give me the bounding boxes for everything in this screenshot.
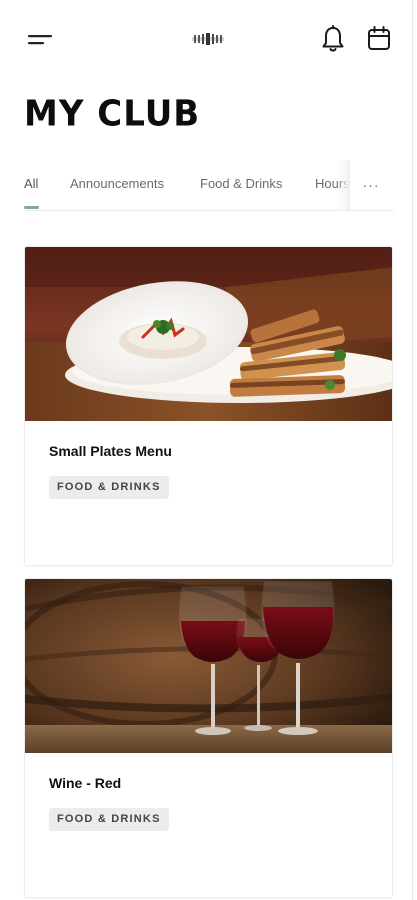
app-screen: MY CLUB All Announcements Food & Drinks … [0, 0, 413, 900]
tab-all[interactable]: All [24, 176, 38, 191]
card-title: Wine - Red [49, 775, 122, 791]
small-plates-photo [25, 247, 392, 421]
category-tabs: All Announcements Food & Drinks Hours ··… [0, 160, 412, 212]
card-title: Small Plates Menu [49, 443, 172, 459]
notifications-button[interactable] [316, 22, 350, 56]
menu-button[interactable] [20, 24, 60, 56]
category-badge: FOOD & DRINKS [49, 808, 169, 831]
red-wine-glasses-photo [25, 579, 392, 753]
active-tab-indicator [24, 206, 39, 209]
club-logo[interactable] [186, 28, 230, 50]
bell-icon [322, 25, 344, 52]
tabs-separator [348, 160, 350, 210]
top-bar [0, 0, 412, 80]
news-card[interactable]: Wine - Red FOOD & DRINKS [24, 578, 393, 898]
tabs-scroll-area[interactable]: All Announcements Food & Drinks Hours [0, 160, 350, 212]
page-title: MY CLUB [24, 93, 201, 135]
club-crest-logo [192, 33, 224, 45]
calendar-icon [368, 26, 390, 50]
more-tabs-button[interactable]: ··· [356, 170, 386, 200]
tabs-divider [24, 210, 394, 211]
tab-food-drinks[interactable]: Food & Drinks [200, 176, 282, 191]
tab-announcements[interactable]: Announcements [70, 176, 164, 191]
news-card[interactable]: Small Plates Menu FOOD & DRINKS [24, 246, 393, 566]
hamburger-menu-icon [28, 35, 52, 45]
calendar-button[interactable] [362, 22, 396, 56]
category-badge: FOOD & DRINKS [49, 476, 169, 499]
